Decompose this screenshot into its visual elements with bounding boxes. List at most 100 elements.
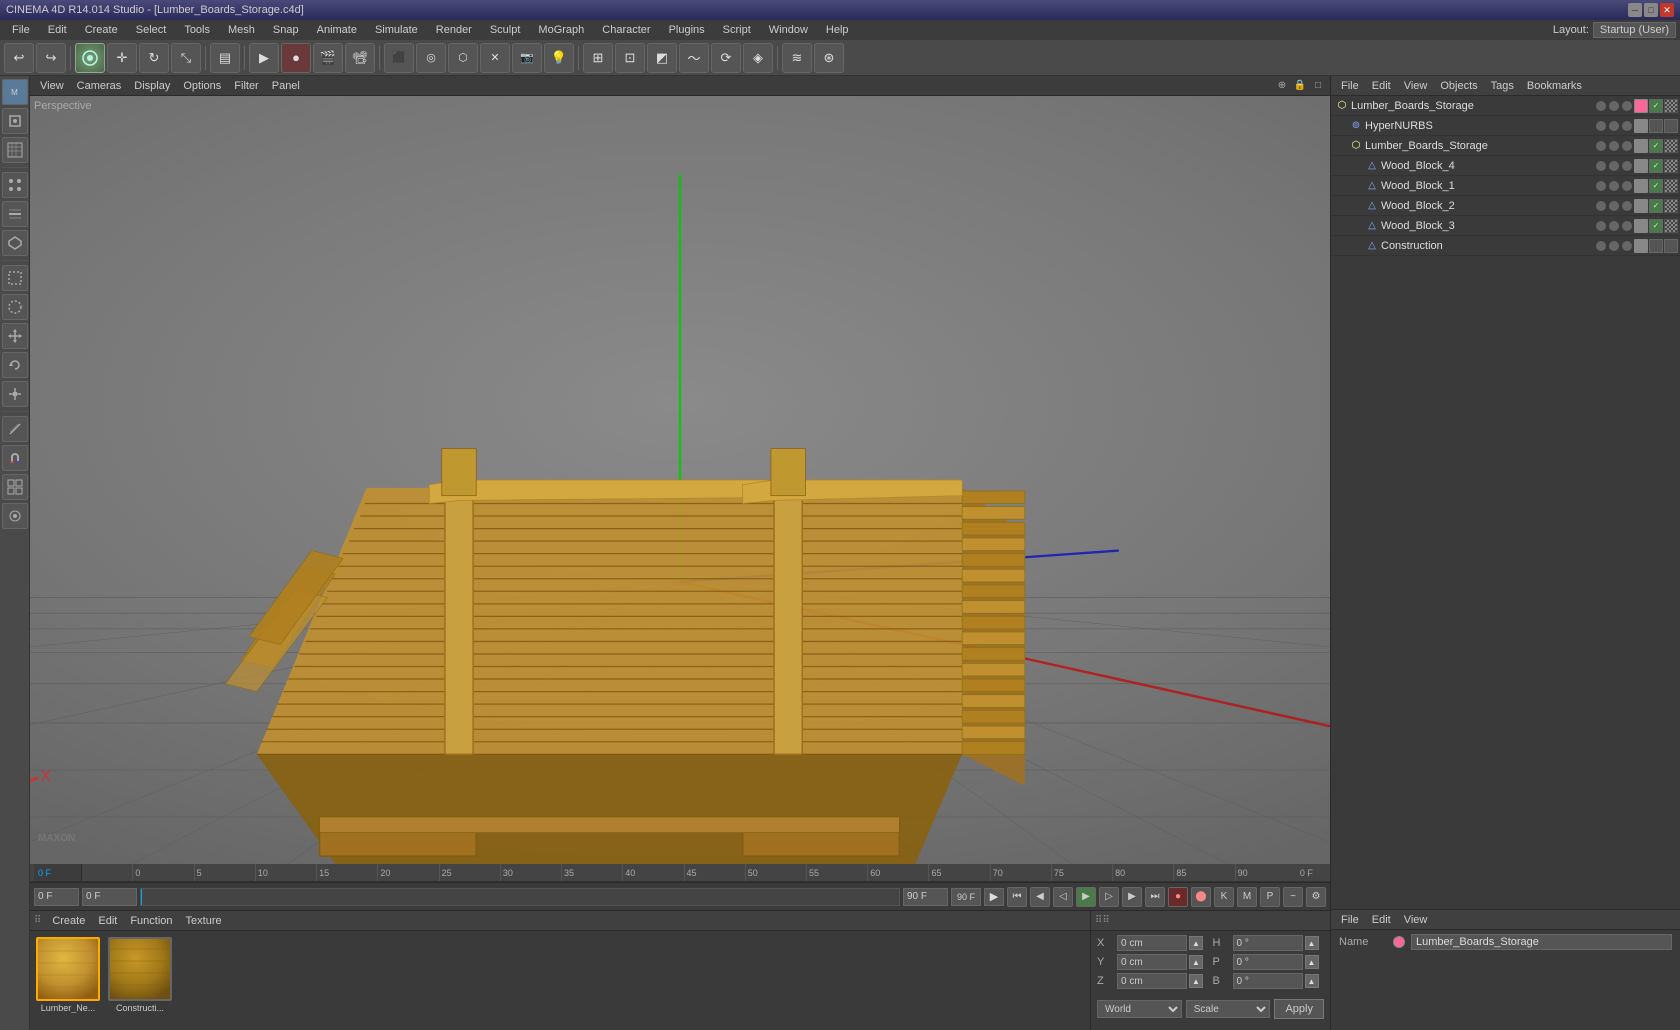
menu-animate[interactable]: Animate	[309, 22, 365, 38]
om-motion-dot[interactable]	[1622, 201, 1632, 211]
om-motion-dot[interactable]	[1622, 241, 1632, 251]
tool-magnet[interactable]	[2, 445, 28, 471]
tool-select-rect[interactable]	[2, 265, 28, 291]
h-rot-lock[interactable]: ▲	[1305, 936, 1319, 950]
om-row-hypernurbs[interactable]: ⊚ HyperNURBS	[1331, 116, 1680, 136]
tool-rotate[interactable]	[2, 352, 28, 378]
vp-menu-display[interactable]: Display	[128, 78, 176, 94]
z-pos-input[interactable]	[1117, 973, 1187, 989]
om-check[interactable]: ✓	[1649, 219, 1663, 233]
record-button[interactable]: ●	[281, 43, 311, 73]
close-button[interactable]: ✕	[1660, 3, 1674, 17]
b-rot-input[interactable]	[1233, 973, 1303, 989]
p-rot-lock[interactable]: ▲	[1305, 955, 1319, 969]
auto-key-button[interactable]: ⬤	[1191, 887, 1211, 907]
om-row-lumber-storage-child[interactable]: ⬡ Lumber_Boards_Storage ✓	[1331, 136, 1680, 156]
timeline-scrub-area[interactable]	[140, 888, 900, 906]
om-menu-view[interactable]: View	[1398, 78, 1434, 94]
viewport[interactable]: Perspective	[30, 96, 1330, 864]
om-check[interactable]: ✓	[1649, 199, 1663, 213]
tool-model[interactable]: M	[2, 79, 28, 105]
frame-pos-input[interactable]	[82, 888, 137, 906]
tool-points[interactable]	[2, 172, 28, 198]
om-motion-dot[interactable]	[1622, 161, 1632, 171]
f-curve-button[interactable]: ~	[1283, 887, 1303, 907]
camera-tool[interactable]: 📷	[512, 43, 542, 73]
tool-move[interactable]	[2, 323, 28, 349]
p-rot-input[interactable]	[1233, 954, 1303, 970]
play-reverse-button[interactable]: ◁	[1053, 887, 1073, 907]
cube-tool[interactable]: ⬛	[384, 43, 414, 73]
timeline-settings-button[interactable]: ⚙	[1306, 887, 1326, 907]
prev-frame-button[interactable]: ◀	[1030, 887, 1050, 907]
frame-range-expand[interactable]: ▶	[984, 888, 1004, 906]
om-row-lumber-storage-root[interactable]: ⬡ Lumber_Boards_Storage ✓	[1331, 96, 1680, 116]
vp-menu-options[interactable]: Options	[177, 78, 227, 94]
attr-menu-view[interactable]: View	[1398, 912, 1434, 928]
attr-color-swatch[interactable]	[1393, 936, 1405, 948]
loft-tool[interactable]: ◈	[743, 43, 773, 73]
next-frame-button[interactable]: ▶	[1122, 887, 1142, 907]
sphere-tool[interactable]: ◎	[416, 43, 446, 73]
deformer-tool[interactable]: ≋	[782, 43, 812, 73]
menu-tools[interactable]: Tools	[176, 22, 218, 38]
om-color-swatch[interactable]	[1634, 99, 1648, 113]
rotate-button[interactable]: ↻	[139, 43, 169, 73]
om-color-swatch[interactable]	[1634, 159, 1648, 173]
om-vis-dot[interactable]	[1596, 101, 1606, 111]
select-button[interactable]	[75, 43, 105, 73]
key-all-button[interactable]: K	[1214, 887, 1234, 907]
om-render-dot[interactable]	[1609, 181, 1619, 191]
b-rot-lock[interactable]: ▲	[1305, 974, 1319, 988]
vp-icon-lock[interactable]: 🔒	[1292, 78, 1308, 94]
om-menu-tags[interactable]: Tags	[1485, 78, 1520, 94]
vp-menu-view[interactable]: View	[34, 78, 70, 94]
transform-type-select[interactable]: Scale Position Rotation	[1186, 1000, 1271, 1018]
spline-tool[interactable]: 〜	[679, 43, 709, 73]
render-button[interactable]: 🎬	[313, 43, 343, 73]
om-vis-dot[interactable]	[1596, 181, 1606, 191]
play-forward-button[interactable]: ▶	[249, 43, 279, 73]
om-motion-dot[interactable]	[1622, 121, 1632, 131]
om-vis-dot[interactable]	[1596, 161, 1606, 171]
om-color-swatch[interactable]	[1634, 219, 1648, 233]
menu-character[interactable]: Character	[594, 22, 658, 38]
tool-select-live[interactable]	[2, 294, 28, 320]
menu-create[interactable]: Create	[77, 22, 126, 38]
attr-menu-file[interactable]: File	[1335, 912, 1365, 928]
minimize-button[interactable]: ─	[1628, 3, 1642, 17]
vp-menu-panel[interactable]: Panel	[266, 78, 306, 94]
om-row-construction[interactable]: △ Construction	[1331, 236, 1680, 256]
menu-file[interactable]: File	[4, 22, 38, 38]
om-motion-dot[interactable]	[1622, 181, 1632, 191]
menu-simulate[interactable]: Simulate	[367, 22, 426, 38]
om-row-wood-block-4[interactable]: △ Wood_Block_4 ✓	[1331, 156, 1680, 176]
z-pos-lock[interactable]: ▲	[1189, 974, 1203, 988]
menu-render[interactable]: Render	[428, 22, 480, 38]
om-color-swatch[interactable]	[1634, 179, 1648, 193]
om-color-swatch[interactable]	[1634, 119, 1648, 133]
null-tool[interactable]: ✕	[480, 43, 510, 73]
effector-tool[interactable]: ⊛	[814, 43, 844, 73]
tool-object[interactable]	[2, 108, 28, 134]
play-fast-forward-button[interactable]: ▷	[1099, 887, 1119, 907]
om-color-swatch[interactable]	[1634, 139, 1648, 153]
preview-button[interactable]: P	[1260, 887, 1280, 907]
om-menu-file[interactable]: File	[1335, 78, 1365, 94]
vp-icon-maximize[interactable]: □	[1310, 78, 1326, 94]
menu-edit[interactable]: Edit	[40, 22, 75, 38]
material-swatch-construction[interactable]: Constructi...	[108, 937, 172, 1013]
om-color-swatch[interactable]	[1634, 239, 1648, 253]
mat-menu-function[interactable]: Function	[124, 913, 178, 929]
light-tool[interactable]: 💡	[544, 43, 574, 73]
maximize-button[interactable]: □	[1644, 3, 1658, 17]
tool-texture[interactable]	[2, 137, 28, 163]
mat-menu-create[interactable]: Create	[46, 913, 91, 929]
material-swatch-lumber[interactable]: Lumber_Ne...	[36, 937, 100, 1013]
om-check[interactable]: ✓	[1649, 139, 1663, 153]
om-row-wood-block-1[interactable]: △ Wood_Block_1 ✓	[1331, 176, 1680, 196]
sweep-tool[interactable]: ⟳	[711, 43, 741, 73]
om-menu-edit[interactable]: Edit	[1366, 78, 1397, 94]
frame-current-input[interactable]	[34, 888, 79, 906]
om-vis-dot[interactable]	[1596, 141, 1606, 151]
